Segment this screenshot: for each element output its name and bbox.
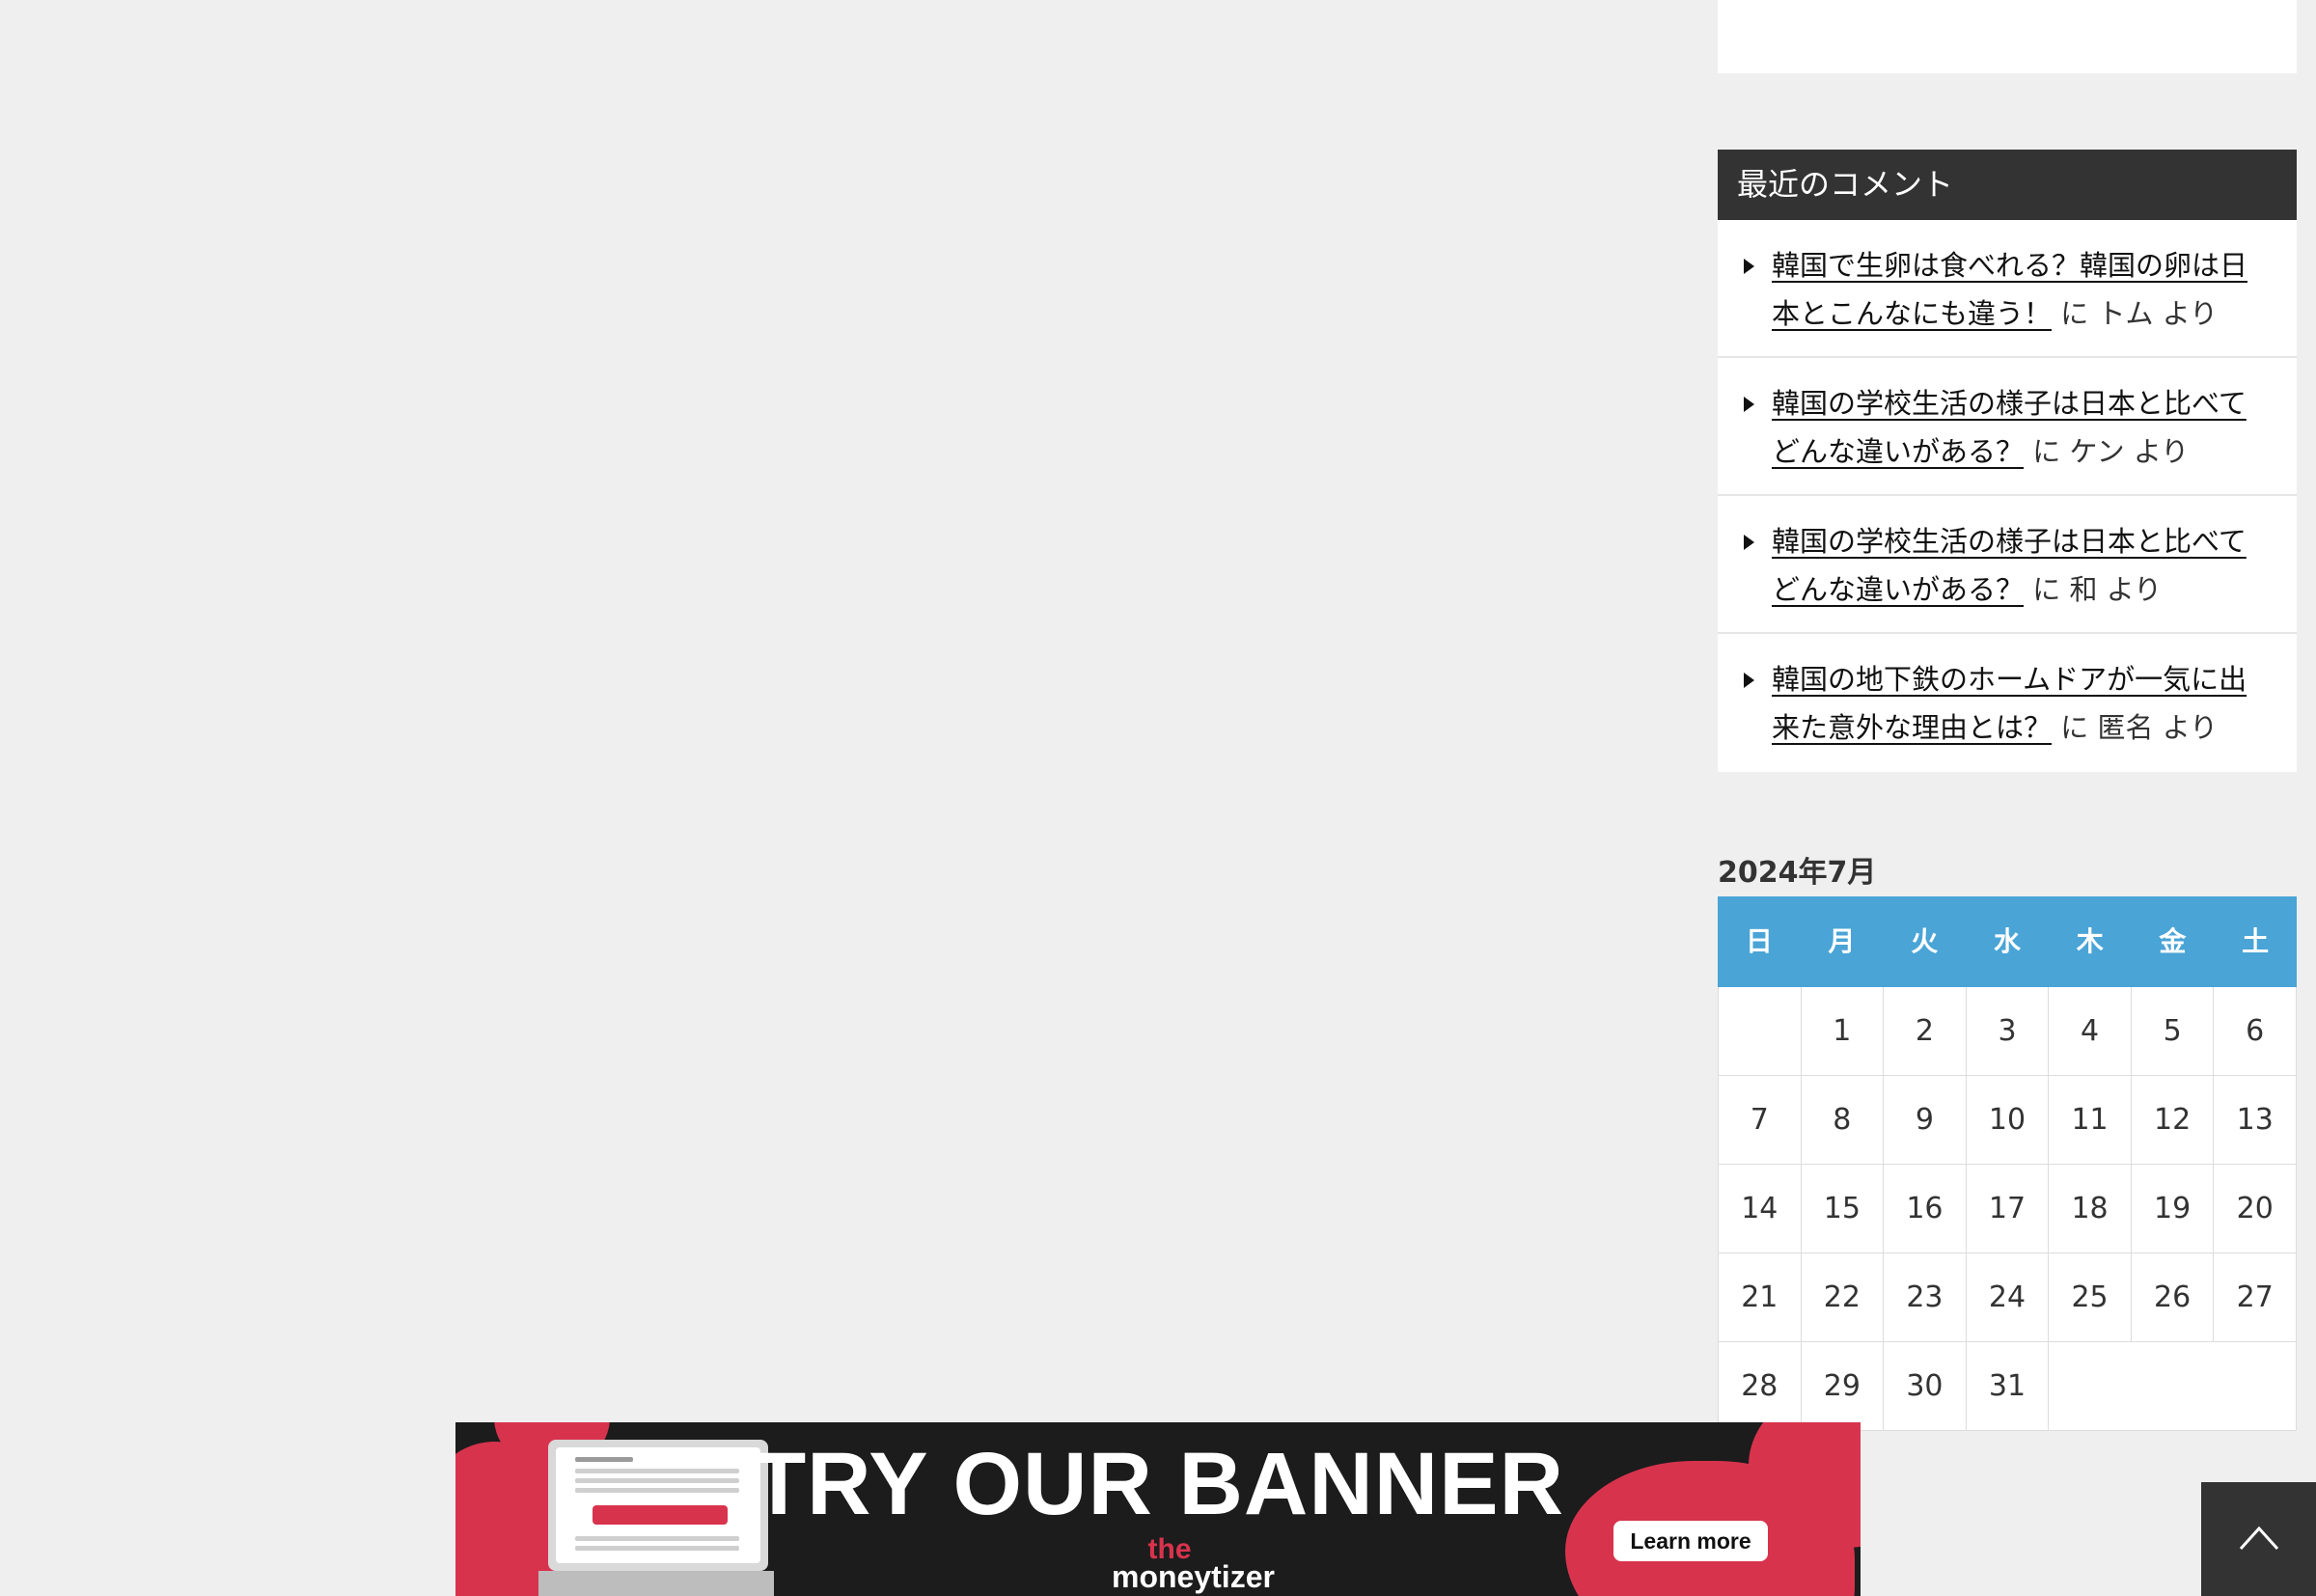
recent-comment-item: 韓国で生卵は食べれる？韓国の卵は日本とこんなにも違う！ に トム より	[1718, 220, 2297, 358]
recent-comments-widget: 最近のコメント 韓国で生卵は食べれる？韓国の卵は日本とこんなにも違う！ に トム…	[1718, 150, 2297, 772]
calendar-day: 17	[1966, 1165, 2050, 1253]
comment-suffix: より	[2162, 297, 2219, 330]
calendar-day: 1	[1801, 987, 1885, 1076]
calendar-day: 28	[1719, 1342, 1802, 1431]
weekday-sat: 土	[2242, 925, 2270, 957]
back-to-top-button[interactable]	[2201, 1482, 2316, 1596]
calendar-weekday-header: 日 月 火 水 木 金 土	[1718, 896, 2297, 987]
comment-author: トム	[2097, 297, 2154, 330]
calendar-day: 29	[1801, 1342, 1885, 1431]
monitor-line	[575, 1546, 739, 1551]
comment-connector: に	[2032, 573, 2061, 606]
calendar-day: 9	[1884, 1076, 1967, 1165]
comment-author: ケン	[2069, 435, 2125, 468]
weekday-fri: 金	[2159, 925, 2187, 957]
weekday-sun: 日	[1745, 925, 1773, 957]
comment-connector: に	[2060, 297, 2089, 330]
learn-more-button[interactable]: Learn more	[1613, 1521, 1768, 1561]
comment-author: 匿名	[2097, 711, 2154, 744]
calendar-day: 27	[2214, 1253, 2297, 1342]
calendar-day: 30	[1884, 1342, 1967, 1431]
calendar-day: 5	[2131, 987, 2215, 1076]
triangle-bullet-icon	[1744, 397, 1754, 412]
calendar-day: 12	[2131, 1076, 2215, 1165]
calendar-grid: 1 2 3 4 5 6 7 8 9 10 11 12 13 14 15 16 1…	[1718, 987, 2297, 1431]
banner-headline: TRY OUR BANNER	[751, 1435, 1565, 1533]
calendar-day: 8	[1801, 1076, 1885, 1165]
calendar-day: 14	[1719, 1165, 1802, 1253]
comment-suffix: より	[2162, 711, 2219, 744]
sidebar-widget-top	[1718, 0, 2297, 73]
calendar-day: 11	[2049, 1076, 2132, 1165]
weekday-mon: 月	[1828, 925, 1856, 957]
weekday-thu: 木	[2076, 925, 2104, 957]
calendar-day: 6	[2214, 987, 2297, 1076]
monitor-line	[575, 1536, 739, 1541]
calendar-day: 26	[2131, 1253, 2215, 1342]
comment-suffix: より	[2106, 573, 2163, 606]
brand-logo: the moneytizer	[1112, 1535, 1275, 1593]
comment-post-link[interactable]: 韓国の学校生活の様子は日本と比べてどんな違いがある？	[1772, 525, 2247, 606]
calendar-day: 23	[1884, 1253, 1967, 1342]
weekday-tue: 火	[1911, 925, 1939, 957]
calendar-day: 19	[2131, 1165, 2215, 1253]
calendar-day: 22	[1801, 1253, 1885, 1342]
calendar-day: 4	[2049, 987, 2132, 1076]
recent-comment-item: 韓国の学校生活の様子は日本と比べてどんな違いがある？ に ケン より	[1718, 358, 2297, 496]
calendar-day: 25	[2049, 1253, 2132, 1342]
brand-logo-bottom: moneytizer	[1112, 1559, 1275, 1594]
calendar-day: 24	[1966, 1253, 2050, 1342]
calendar-day: 13	[2214, 1076, 2297, 1165]
comment-suffix: より	[2133, 435, 2190, 468]
calendar-day: 18	[2049, 1165, 2132, 1253]
chevron-up-icon	[2239, 1526, 2279, 1551]
calendar-day: 15	[1801, 1165, 1885, 1253]
comment-author: 和	[2069, 573, 2098, 606]
recent-comment-item: 韓国の地下鉄のホームドアが一気に出来た意外な理由とは？ に 匿名 より	[1718, 634, 2297, 772]
triangle-bullet-icon	[1744, 535, 1754, 550]
comment-connector: に	[2032, 435, 2061, 468]
weekday-wed: 水	[1993, 925, 2021, 957]
triangle-bullet-icon	[1744, 259, 1754, 274]
ad-banner[interactable]: TRY OUR BANNER the moneytizer Learn more	[455, 1422, 1861, 1596]
comment-connector: に	[2060, 711, 2089, 744]
calendar-day: 21	[1719, 1253, 1802, 1342]
triangle-bullet-icon	[1744, 673, 1754, 688]
recent-comments-list: 韓国で生卵は食べれる？韓国の卵は日本とこんなにも違う！ に トム より 韓国の学…	[1718, 220, 2297, 772]
calendar-day: 7	[1719, 1076, 1802, 1165]
calendar-empty-span	[2049, 1342, 2297, 1431]
calendar-day: 16	[1884, 1165, 1967, 1253]
calendar-day: 20	[2214, 1165, 2297, 1253]
calendar-caption: 2024年7月	[1718, 856, 1877, 890]
calendar-day: 31	[1966, 1342, 2050, 1431]
calendar-widget: 2024年7月 日 月 火 水 木 金 土 1 2 3 4 5 6 7 8 9 …	[1718, 849, 2297, 1431]
calendar-day: 10	[1966, 1076, 2050, 1165]
calendar-day	[1719, 987, 1802, 1076]
calendar-day: 3	[1966, 987, 2050, 1076]
recent-comments-title: 最近のコメント	[1718, 150, 2297, 220]
recent-comment-item: 韓国の学校生活の様子は日本と比べてどんな違いがある？ に 和 より	[1718, 496, 2297, 634]
monitor-stand	[538, 1571, 774, 1596]
calendar-day: 2	[1884, 987, 1967, 1076]
